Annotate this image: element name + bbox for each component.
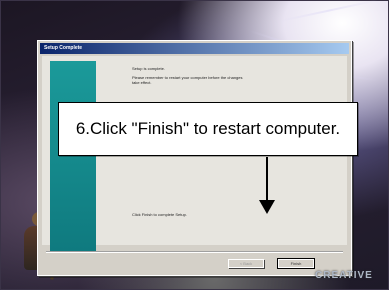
callout-text: 6.Click "Finish" to restart computer. bbox=[75, 119, 341, 138]
setup-dialog: Setup Complete Setup is complete. Please… bbox=[37, 40, 352, 276]
dialog-title: Setup Complete bbox=[44, 45, 83, 51]
dialog-titlebar[interactable]: Setup Complete bbox=[40, 43, 349, 54]
setup-side-panel bbox=[50, 61, 96, 251]
button-separator bbox=[46, 251, 343, 253]
creative-logo: CREATIVE bbox=[315, 270, 373, 281]
back-button[interactable]: < Back bbox=[228, 259, 264, 268]
down-arrow-icon bbox=[259, 200, 275, 214]
setup-complete-title: Setup is complete. bbox=[132, 66, 165, 71]
screenshot-canvas: Setup Complete Setup is complete. Please… bbox=[0, 0, 389, 290]
instruction-callout: 6.Click "Finish" to restart computer. bbox=[58, 102, 358, 156]
finish-instruction: Click Finish to complete Setup. bbox=[132, 212, 187, 217]
restart-message-line-2: take effect. bbox=[132, 80, 152, 85]
callout-arrow-shaft bbox=[266, 157, 268, 201]
finish-button[interactable]: Finish bbox=[277, 258, 315, 269]
